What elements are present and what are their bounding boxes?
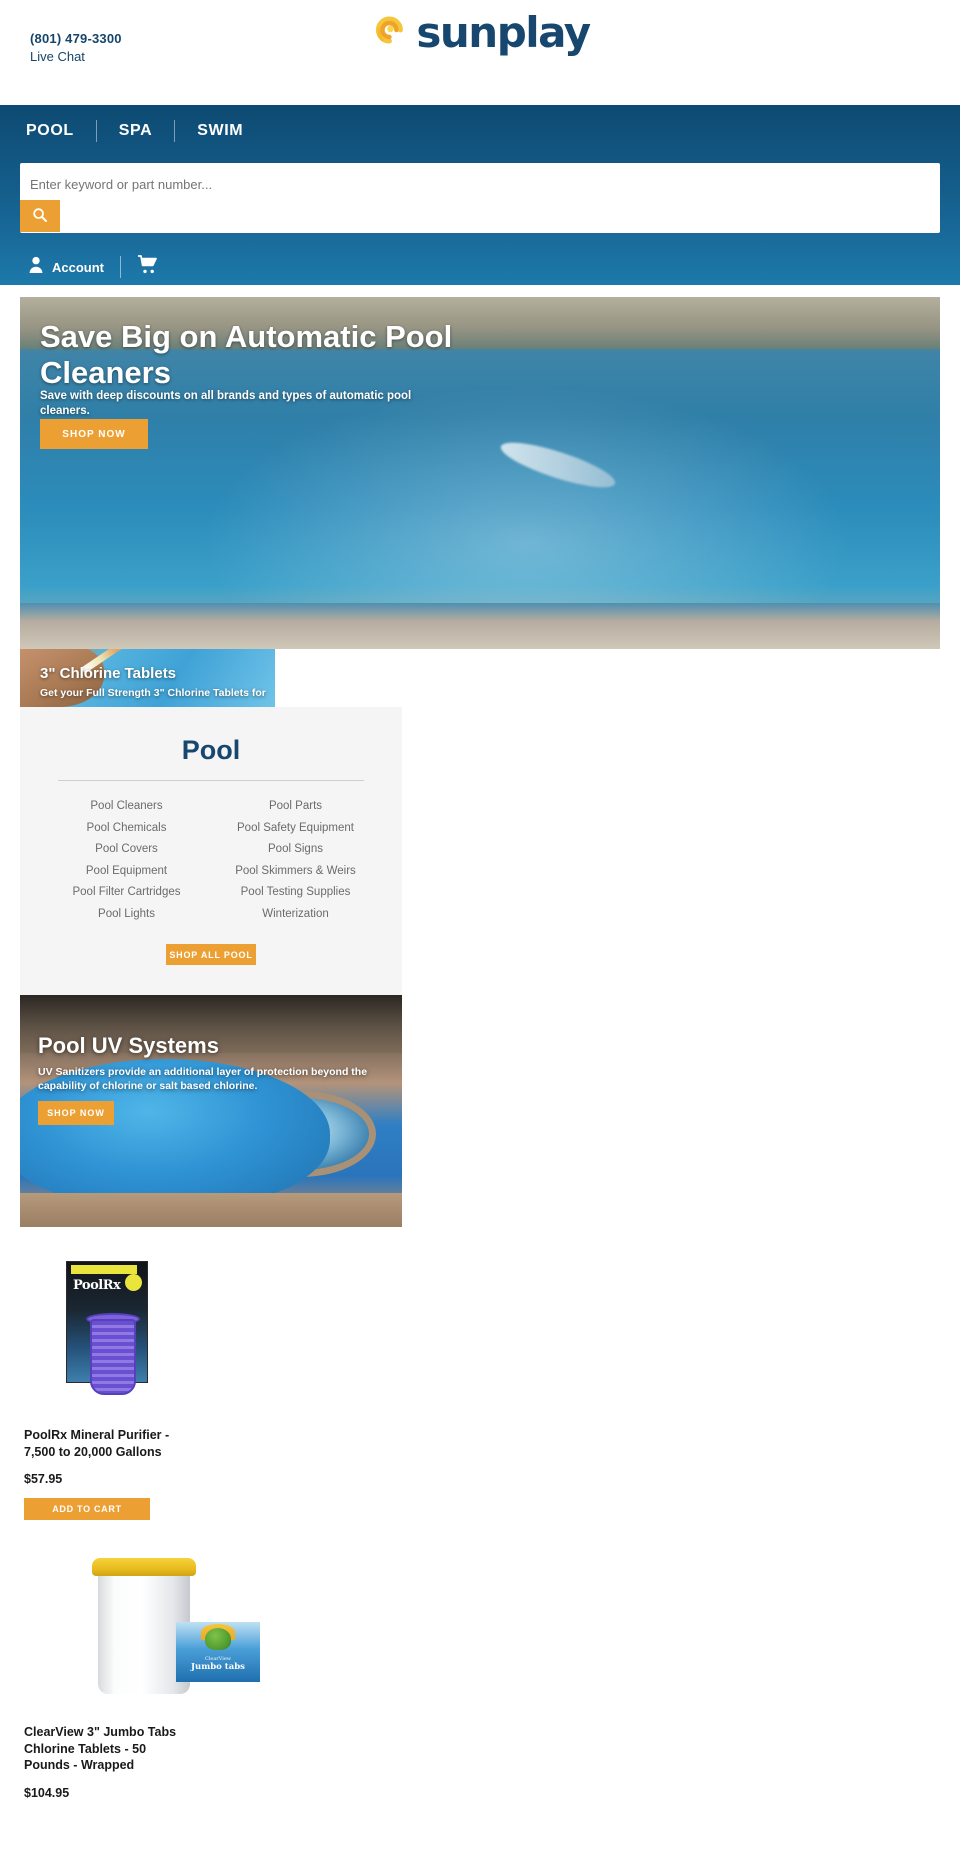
category-column-right: Pool Parts Pool Safety Equipment Pool Si… [211, 799, 380, 922]
cart-link[interactable] [137, 255, 159, 279]
account-row: Account [0, 233, 960, 279]
hero-swimmer [497, 433, 620, 496]
hero-pool-deck [20, 603, 940, 649]
product-card: PoolRx PoolRx Mineral Purifier - 7,500 t… [24, 1261, 284, 1521]
account-link[interactable]: Account [28, 256, 104, 278]
category-column-left: Pool Cleaners Pool Chemicals Pool Covers… [42, 799, 211, 922]
product-price: $57.95 [24, 1472, 63, 1487]
phone-number: (801) 479-3300 [30, 31, 122, 46]
category-link-pool-cleaners[interactable]: Pool Cleaners [90, 799, 162, 815]
banner-chlorine-subtitle: Get your Full Strength 3" Chlorine Table… [40, 687, 266, 699]
product-name: PoolRx Mineral Purifier - 7,500 to 20,00… [24, 1428, 170, 1459]
category-link-pool-lights[interactable]: Pool Lights [98, 907, 155, 923]
category-link-pool-signs[interactable]: Pool Signs [268, 842, 323, 858]
category-link-pool-chemicals[interactable]: Pool Chemicals [87, 821, 167, 837]
category-link-columns: Pool Cleaners Pool Chemicals Pool Covers… [42, 799, 380, 922]
sun-spiral-icon [370, 10, 410, 55]
uv-shop-now-button[interactable]: SHOP NOW [38, 1101, 114, 1126]
add-to-cart-button[interactable]: ADD TO CART [24, 1498, 150, 1521]
live-chat-link[interactable]: Live Chat [30, 49, 85, 64]
account-label: Account [52, 259, 104, 275]
user-icon [28, 256, 44, 278]
shop-all-pool-button[interactable]: SHOP ALL POOL [166, 944, 256, 966]
search-row [0, 157, 960, 233]
utility-bar: (801) 479-3300 Live Chat sunplay [0, 0, 960, 105]
clearview-frog-mascot-icon [205, 1628, 231, 1651]
poolrx-top-band [71, 1265, 137, 1275]
uv-banner-subtitle: UV Sanitizers provide an additional laye… [38, 1066, 368, 1093]
hero-banner-pool-cleaners[interactable]: Save Big on Automatic Pool Cleaners Save… [20, 297, 940, 649]
clearview-bucket: ClearView Jumbo tabs [98, 1564, 260, 1695]
search-icon [32, 207, 48, 226]
site-logo[interactable]: sunplay [370, 8, 591, 57]
category-link-winterization[interactable]: Winterization [262, 907, 328, 923]
hero-subtitle: Save with deep discounts on all brands a… [40, 390, 412, 417]
clearview-label: ClearView Jumbo tabs [176, 1622, 260, 1683]
banner-pool-uv-systems[interactable]: Pool UV Systems UV Sanitizers provide an… [20, 995, 402, 1228]
product-image-clearview[interactable]: ClearView Jumbo tabs [24, 1558, 264, 1708]
category-link-pool-filter-cartridges[interactable]: Pool Filter Cartridges [72, 885, 180, 901]
poolrx-brand-text: PoolRx [73, 1278, 121, 1294]
hero-shop-now-button[interactable]: SHOP NOW [40, 419, 148, 449]
poolrx-badge [125, 1274, 142, 1292]
category-link-pool-testing-supplies[interactable]: Pool Testing Supplies [241, 885, 351, 901]
product-card: ClearView Jumbo tabs ClearView 3" Jumbo … [24, 1558, 284, 1800]
banner-chlorine-tablets[interactable]: 3" Chlorine Tablets Get your Full Streng… [20, 649, 275, 707]
clearview-bucket-lid [92, 1558, 196, 1577]
product-list: PoolRx PoolRx Mineral Purifier - 7,500 t… [0, 1227, 960, 1800]
search-input[interactable] [30, 169, 730, 199]
product-name: ClearView 3" Jumbo Tabs Chlorine Tablets… [24, 1725, 177, 1773]
category-link-pool-parts[interactable]: Pool Parts [269, 799, 322, 815]
banner-chlorine-title: 3" Chlorine Tablets [40, 665, 177, 682]
category-link-pool-safety-equipment[interactable]: Pool Safety Equipment [237, 821, 354, 837]
account-divider [120, 256, 121, 278]
clearview-label-text: ClearView Jumbo tabs [176, 1656, 260, 1672]
product-image-poolrx[interactable]: PoolRx [24, 1261, 264, 1411]
category-button-wrap: SHOP ALL POOL [42, 944, 380, 966]
uv-banner-title: Pool UV Systems [38, 1033, 219, 1059]
category-link-pool-covers[interactable]: Pool Covers [95, 842, 158, 858]
category-link-pool-equipment[interactable]: Pool Equipment [86, 864, 167, 880]
pool-category-panel: Pool Pool Cleaners Pool Chemicals Pool C… [20, 707, 402, 996]
poolrx-basket [90, 1319, 136, 1396]
nav-item-swim[interactable]: SWIM [175, 122, 265, 140]
category-link-pool-skimmers-weirs[interactable]: Pool Skimmers & Weirs [235, 864, 356, 880]
logo-wordmark: sunplay [416, 8, 591, 57]
nav-item-spa[interactable]: SPA [97, 122, 175, 140]
uv-deck-image [20, 1193, 402, 1228]
product-price: $104.95 [24, 1785, 70, 1800]
search-box [20, 163, 940, 233]
nav-item-pool[interactable]: POOL [26, 122, 96, 140]
nav-band: POOL SPA SWIM Enter keyword or part numb… [0, 105, 960, 285]
category-title: Pool [181, 735, 241, 765]
shopping-cart-icon [137, 255, 159, 278]
hero-title: Save Big on Automatic Pool Cleaners [40, 319, 453, 390]
search-button[interactable] [20, 200, 60, 232]
clearview-product-text: Jumbo tabs [191, 1662, 245, 1673]
category-divider [58, 780, 364, 781]
main-navigation: POOL SPA SWIM [0, 105, 960, 157]
clearview-brand-text: ClearView [204, 1656, 232, 1663]
